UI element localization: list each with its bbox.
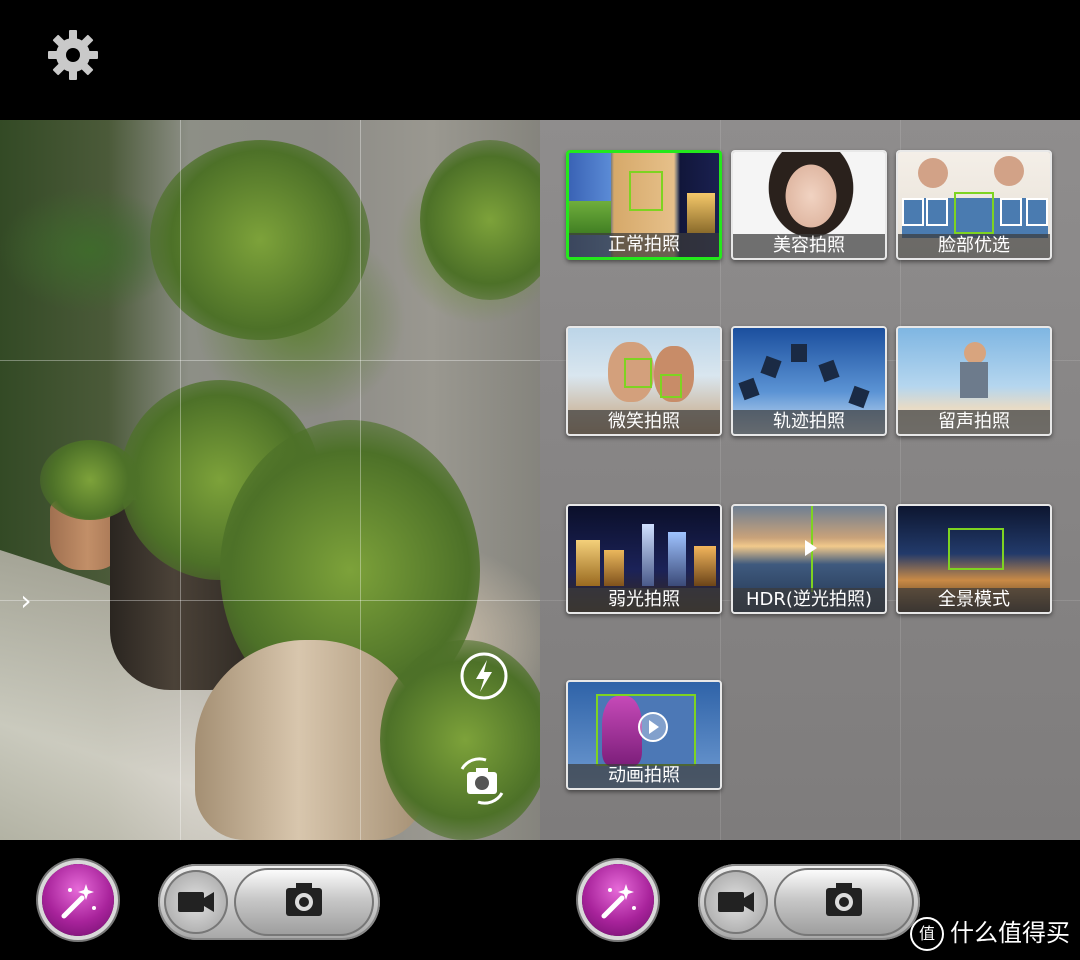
grid-line	[360, 120, 361, 840]
face-detect-box	[624, 358, 652, 388]
capture-controls	[698, 864, 920, 940]
magic-wand-icon	[61, 884, 96, 919]
video-camera-icon	[178, 892, 214, 912]
mode-tile-trajectory[interactable]: 轨迹拍照	[731, 326, 887, 436]
camera-viewfinder[interactable]: ›	[0, 120, 540, 840]
gear-icon[interactable]	[46, 28, 100, 82]
magic-wand-icon	[601, 884, 636, 919]
capture-controls	[158, 864, 380, 940]
chevron-right-icon[interactable]: ›	[16, 586, 36, 616]
mode-tile-hdr[interactable]: HDR(逆光拍照)	[731, 504, 887, 614]
face-detect-box	[926, 198, 948, 226]
mode-label: 美容拍照	[733, 234, 885, 258]
mode-tile-smile[interactable]: 微笑拍照	[566, 326, 722, 436]
shutter-button[interactable]	[774, 868, 914, 936]
viewfinder-foliage	[420, 140, 540, 300]
top-bar	[0, 0, 1080, 120]
video-mode-button[interactable]	[164, 870, 228, 934]
video-camera-icon	[718, 892, 754, 912]
mode-label: 弱光拍照	[568, 588, 720, 612]
mode-label: HDR(逆光拍照)	[733, 588, 885, 612]
mode-label: 脸部优选	[898, 234, 1050, 258]
switch-camera-icon[interactable]	[456, 755, 508, 807]
face-detect-box	[1000, 198, 1022, 226]
mode-tile-beauty[interactable]: 美容拍照	[731, 150, 887, 260]
watermark-logo-icon: 值	[910, 917, 944, 951]
mode-tile-face-select[interactable]: 脸部优选	[896, 150, 1052, 260]
face-detect-box	[1026, 198, 1048, 226]
grid-line	[0, 360, 540, 361]
mode-tile-low-light[interactable]: 弱光拍照	[566, 504, 722, 614]
viewfinder-foliage	[150, 140, 370, 340]
grid-line	[0, 600, 540, 601]
camera-icon	[286, 883, 322, 916]
mode-label: 轨迹拍照	[733, 410, 885, 434]
video-mode-button[interactable]	[704, 870, 768, 934]
face-detect-box	[660, 374, 682, 398]
mode-label: 动画拍照	[568, 764, 720, 788]
mode-tile-normal[interactable]: 正常拍照	[566, 150, 722, 260]
watermark: 值什么值得买	[910, 913, 1070, 953]
effects-button[interactable]	[582, 864, 654, 936]
mode-tile-panorama[interactable]: 全景模式	[896, 504, 1052, 614]
shutter-button[interactable]	[234, 868, 374, 936]
mode-label: 微笑拍照	[568, 410, 720, 434]
mode-panel: 正常拍照 美容拍照 脸部优选 微笑拍照 轨迹拍照 留声拍照 弱光拍照 HDR(逆…	[540, 120, 1080, 840]
face-detect-box	[954, 192, 994, 234]
camera-icon	[826, 883, 862, 916]
mode-label: 留声拍照	[898, 410, 1050, 434]
effects-button[interactable]	[42, 864, 114, 936]
watermark-text: 什么值得买	[950, 919, 1070, 947]
mode-tile-animation[interactable]: 动画拍照	[566, 680, 722, 790]
flash-auto-icon[interactable]	[458, 650, 510, 702]
mode-label: 正常拍照	[569, 233, 719, 257]
panorama-frame	[948, 528, 1004, 570]
viewfinder-foliage	[40, 440, 140, 520]
mode-label: 全景模式	[898, 588, 1050, 612]
grid-line	[180, 120, 181, 840]
face-detect-box	[629, 171, 663, 211]
face-detect-box	[902, 198, 924, 226]
mode-tile-sound[interactable]: 留声拍照	[896, 326, 1052, 436]
